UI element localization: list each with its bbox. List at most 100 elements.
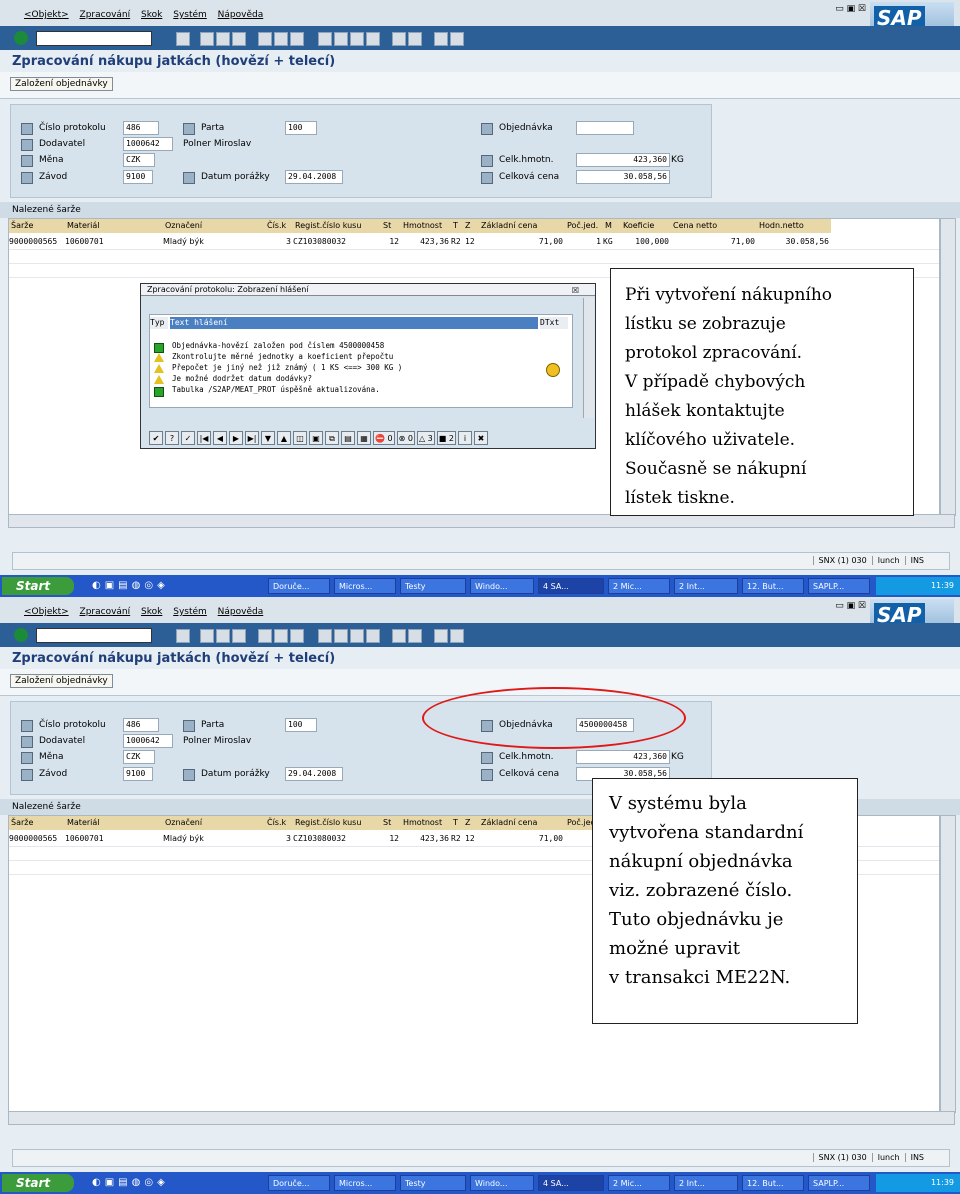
warning-count-icon[interactable]: △ 3 [416, 431, 435, 445]
col-typ[interactable]: Typ [150, 317, 168, 329]
prev-page-icon[interactable] [334, 629, 348, 643]
first-page-icon[interactable] [318, 629, 332, 643]
task-doruce[interactable]: Doruče... [268, 1175, 330, 1191]
col-m[interactable]: M [603, 219, 622, 233]
menu-napoveda[interactable]: Nápověda [218, 607, 264, 617]
task-sap[interactable]: 4 SA... [538, 1175, 604, 1191]
field-mena[interactable]: CZK [123, 750, 155, 764]
col-zakladni-cena[interactable]: Základní cena [479, 816, 566, 830]
back-icon[interactable] [200, 629, 214, 643]
field-zavod[interactable]: 9100 [123, 170, 153, 184]
cell-st[interactable]: 12 [381, 236, 399, 248]
task-saplp[interactable]: SAPLP... [808, 1175, 870, 1191]
task-saplp[interactable]: SAPLP... [808, 578, 870, 594]
cell-material[interactable]: 10600701 [65, 833, 161, 845]
task-testy[interactable]: Testy [400, 578, 466, 594]
menu-zpracovani[interactable]: Zpracování [80, 607, 131, 617]
prev-page-icon[interactable] [334, 32, 348, 46]
menu-skok[interactable]: Skok [141, 607, 162, 617]
continue-icon[interactable]: ✔ [149, 431, 163, 445]
col-st[interactable]: St [381, 219, 402, 233]
message-1[interactable]: Objednávka-hovězí založen pod číslem 450… [172, 341, 384, 350]
create-order-button[interactable]: Založení objednávky [10, 674, 113, 688]
sort-icon[interactable]: ▲ [277, 431, 291, 445]
field-dodavatel[interactable]: 1000642 [123, 734, 173, 748]
col-sarze[interactable]: Šarže [9, 219, 66, 233]
system-clock[interactable]: 11:39 [876, 1174, 960, 1192]
shortcut-icon[interactable] [408, 629, 422, 643]
menu-system[interactable]: Systém [173, 607, 207, 617]
field-objednavka[interactable] [576, 121, 634, 135]
cell-regist[interactable]: CZ103080032 [293, 833, 379, 845]
field-datum[interactable]: 29.04.2008 [285, 170, 343, 184]
field-partie[interactable]: 100 [285, 718, 317, 732]
exit-icon[interactable] [216, 32, 230, 46]
field-datum[interactable]: 29.04.2008 [285, 767, 343, 781]
task-micros[interactable]: Micros... [334, 1175, 396, 1191]
long-text-icon[interactable] [546, 363, 560, 377]
help-icon[interactable]: ? [165, 431, 179, 445]
find-next-icon[interactable] [290, 629, 304, 643]
task-ie[interactable]: 2 Int... [674, 578, 738, 594]
cell-sarze[interactable]: 9000000565 [9, 236, 63, 248]
cell-m[interactable]: KG [603, 236, 619, 248]
exit-icon[interactable] [216, 629, 230, 643]
cell-cisk[interactable]: 3 [265, 236, 291, 248]
cell-cisk[interactable]: 3 [265, 833, 291, 845]
field-cislo-protokolu[interactable]: 486 [123, 718, 159, 732]
dialog-scrollbar[interactable] [583, 298, 594, 418]
message-3[interactable]: Přepočet je jiný než již známý ( 1 KS <=… [172, 363, 402, 372]
menu-objekt[interactable]: <Objekt> [24, 10, 69, 20]
col-hmotnost[interactable]: Hmotnost [401, 816, 452, 830]
task-word[interactable]: 2 Mic... [608, 1175, 670, 1191]
col-st[interactable]: St [381, 816, 402, 830]
col-hmotnost[interactable]: Hmotnost [401, 219, 452, 233]
col-cisk[interactable]: Čís.k [265, 219, 294, 233]
close-icon[interactable]: ☒ [572, 285, 579, 297]
task-windo[interactable]: Windo... [470, 578, 534, 594]
col-z[interactable]: Z [463, 816, 480, 830]
col-sarze[interactable]: Šarže [9, 816, 66, 830]
col-zakladni-cena[interactable]: Základní cena [479, 219, 566, 233]
cell-st[interactable]: 12 [381, 833, 399, 845]
quick-launch-icons[interactable]: ◐▣▤◍◎◈ [92, 1177, 169, 1188]
field-zavod[interactable]: 9100 [123, 767, 153, 781]
command-field[interactable] [36, 628, 152, 643]
col-cena-netto[interactable]: Cena netto [671, 219, 758, 233]
cell-regist[interactable]: CZ103080032 [293, 236, 379, 248]
prev-icon[interactable]: ◀ [213, 431, 227, 445]
task-ie[interactable]: 2 Int... [674, 1175, 738, 1191]
last-icon[interactable]: ▶| [245, 431, 259, 445]
create-order-button[interactable]: Založení objednávky [10, 77, 113, 91]
col-text[interactable]: Text hlášení [170, 317, 538, 329]
print-icon[interactable] [258, 32, 272, 46]
cell-koeficient[interactable]: 100,000 [621, 236, 669, 248]
export-icon[interactable]: ▦ [357, 431, 371, 445]
field-cislo-protokolu[interactable]: 486 [123, 121, 159, 135]
cell-hmotnost[interactable]: 423,36 [401, 236, 449, 248]
find-icon[interactable] [274, 32, 288, 46]
layout-icon[interactable]: ◫ [293, 431, 307, 445]
cell-hodn-netto[interactable]: 30.058,56 [757, 236, 829, 248]
shortcut-icon[interactable] [408, 32, 422, 46]
col-koeficient[interactable]: Koeficie [621, 219, 672, 233]
cell-sarze[interactable]: 9000000565 [9, 833, 63, 845]
next-page-icon[interactable] [350, 32, 364, 46]
grid-horizontal-scrollbar[interactable] [8, 514, 955, 528]
col-oznaceni[interactable]: Označení [163, 816, 266, 830]
info-icon[interactable]: i [457, 431, 472, 445]
status-system[interactable]: SNX (1) 030 [812, 556, 872, 565]
first-icon[interactable]: |◀ [197, 431, 211, 445]
cell-t[interactable]: R2 [451, 236, 463, 248]
cell-zakladni-cena[interactable]: 71,00 [479, 833, 563, 845]
print-icon[interactable]: ▤ [341, 431, 355, 445]
quick-launch-icons[interactable]: ◐▣▤◍◎◈ [92, 580, 169, 591]
cell-oznaceni[interactable]: Mladý býk [163, 833, 263, 845]
check-icon[interactable]: ✓ [181, 431, 195, 445]
find-icon[interactable] [274, 629, 288, 643]
grid-vertical-scrollbar[interactable] [940, 218, 956, 516]
menu-napoveda[interactable]: Nápověda [218, 10, 264, 20]
task-testy[interactable]: Testy [400, 1175, 466, 1191]
message-2[interactable]: Zkontrolujte měrné jednotky a koeficient… [172, 352, 393, 361]
cell-t[interactable]: R2 [451, 833, 463, 845]
